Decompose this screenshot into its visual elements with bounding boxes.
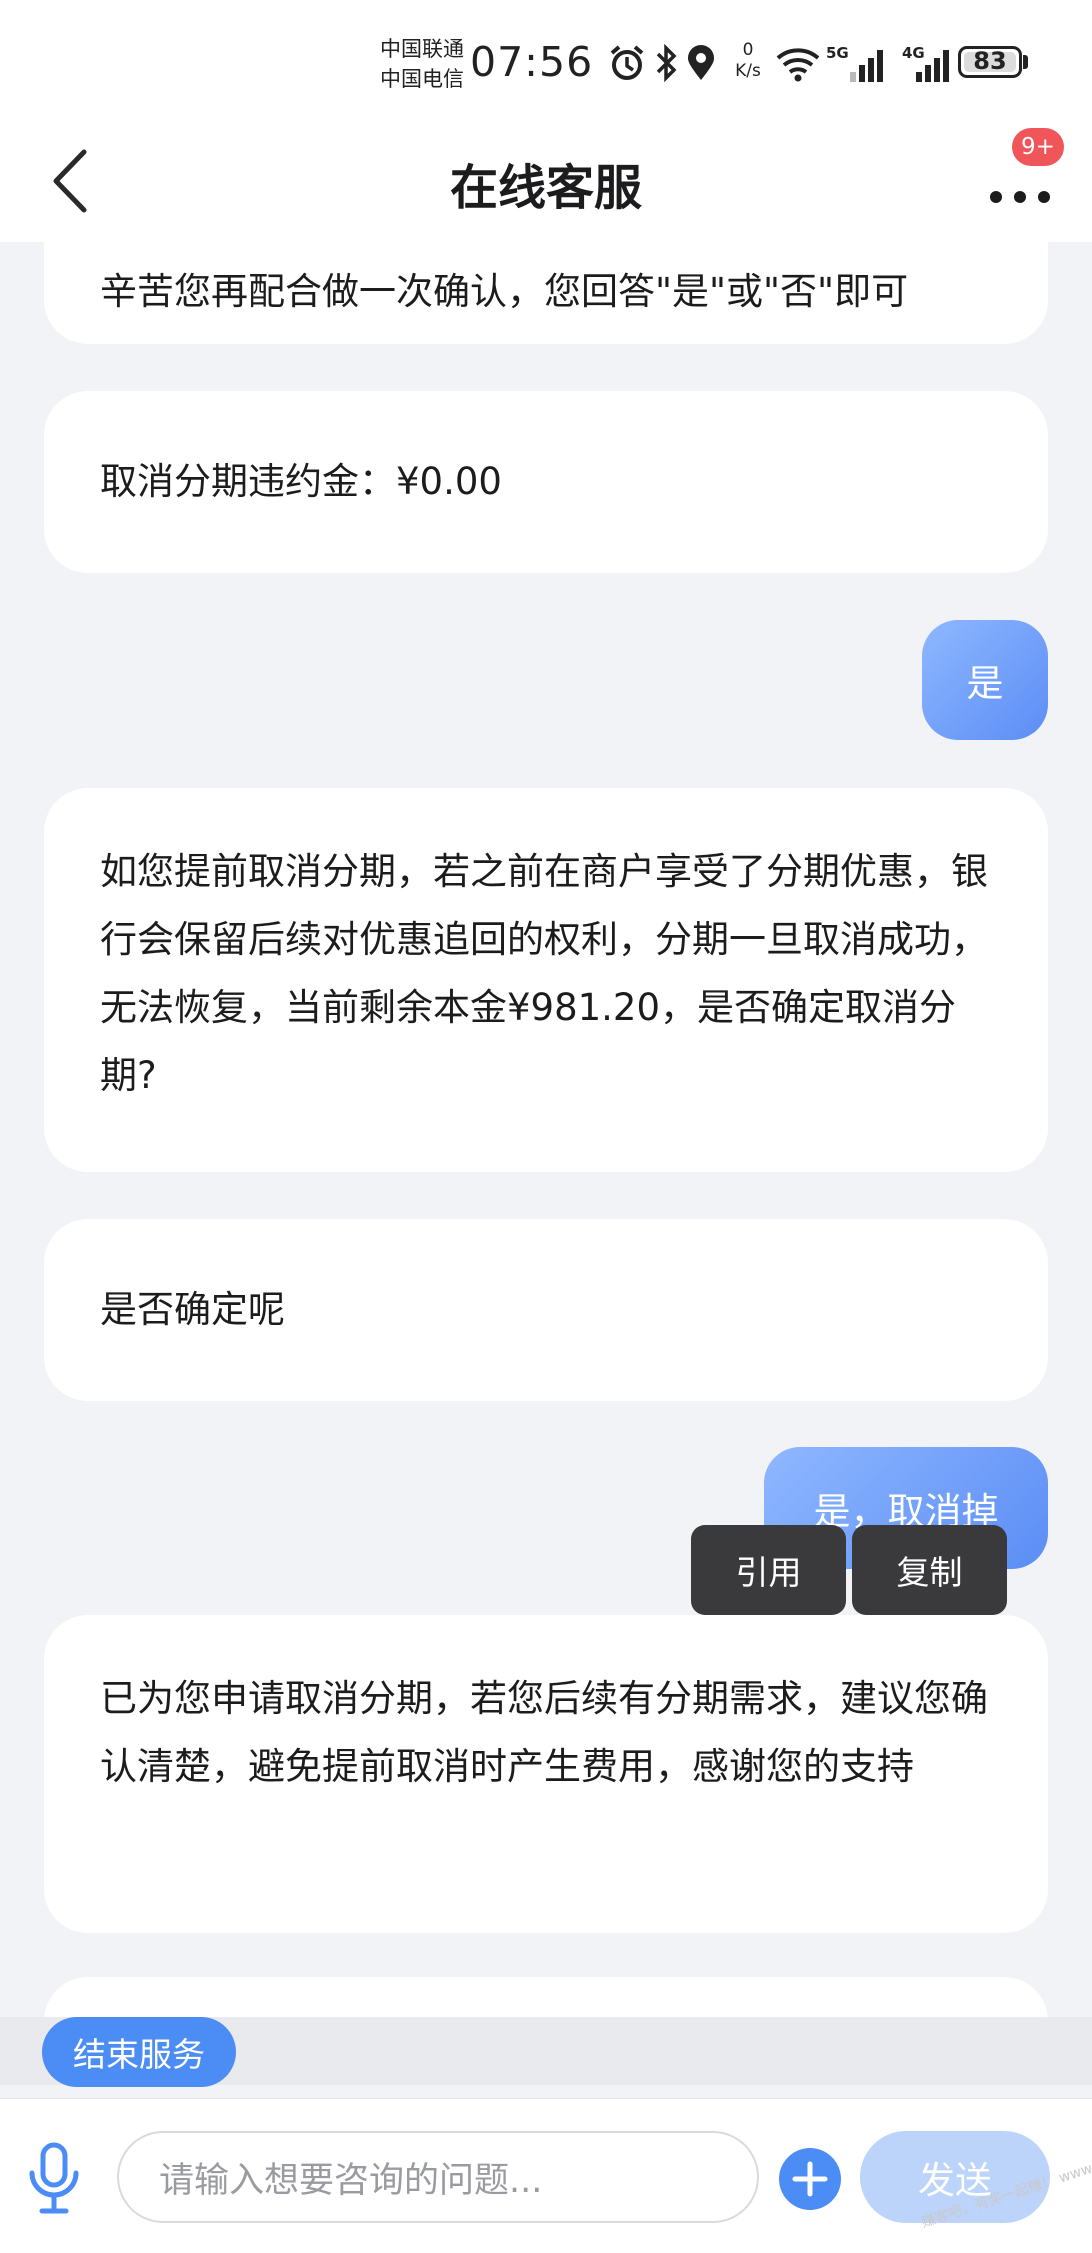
message-bubble[interactable]: 如您提前取消分期，若之前在商户享受了分期优惠，银行会保留后续对优惠追回的权利，分… <box>44 788 1048 1172</box>
battery-level: 83 <box>973 47 1007 75</box>
location-icon <box>688 45 714 80</box>
voice-button[interactable] <box>24 2141 84 2217</box>
message-bubble[interactable]: 辛苦您再配合做一次确认，您回答"是"或"否"即可 <box>44 242 1048 344</box>
message-text: 是否确定呢 <box>100 1288 285 1331</box>
message-text: 如您提前取消分期，若之前在商户享受了分期优惠，银行会保留后续对优惠追回的权利，分… <box>100 850 988 1097</box>
user-message-bubble[interactable]: 是 <box>922 620 1048 740</box>
notification-badge: 9+ <box>1012 128 1064 166</box>
message-bubble[interactable]: 已为您申请取消分期，若您后续有分期需求，建议您确认清楚，避免提前取消时产生费用，… <box>44 1615 1048 1933</box>
message-bubble[interactable]: 是否确定呢 <box>44 1219 1048 1401</box>
carrier-labels: 中国联通 中国电信 <box>380 34 470 94</box>
carrier-2: 中国电信 <box>380 67 464 91</box>
signal-icon <box>916 50 949 82</box>
status-bar: 中国联通 中国电信 07:56 0 K/s 5G 4G 83 <box>0 0 1092 120</box>
microphone-icon <box>29 2142 79 2214</box>
net-speed-unit: K/s <box>735 61 761 81</box>
bluetooth-icon <box>656 44 677 82</box>
clock: 07:56 <box>470 38 594 86</box>
nav-bar: 在线客服 <box>0 120 1092 242</box>
network-type-1: 5G <box>826 44 849 62</box>
plus-icon <box>779 2148 841 2210</box>
message-input[interactable]: 请输入想要咨询的问题... <box>117 2131 759 2223</box>
battery-tip <box>1023 55 1028 69</box>
message-text: 是 <box>966 662 1004 705</box>
signal-icon <box>850 50 883 82</box>
copy-menu-item[interactable]: 复制 <box>852 1525 1007 1615</box>
message-text: 辛苦您再配合做一次确认，您回答"是"或"否"即可 <box>100 270 909 313</box>
net-speed: 0 K/s <box>730 40 766 82</box>
carrier-1: 中国联通 <box>380 37 464 61</box>
message-bubble[interactable]: 取消分期违约金：¥0.00 <box>44 391 1048 573</box>
add-button[interactable] <box>778 2147 842 2211</box>
alarm-icon <box>610 45 644 80</box>
end-service-button[interactable]: 结束服务 <box>42 2017 236 2087</box>
chat-area[interactable]: 辛苦您再配合做一次确认，您回答"是"或"否"即可 取消分期违约金：¥0.00 是… <box>0 242 1092 2017</box>
net-speed-value: 0 <box>742 40 754 60</box>
page-title: 在线客服 <box>449 160 642 216</box>
input-placeholder: 请输入想要咨询的问题... <box>159 2160 543 2201</box>
context-menu: 引用 复制 <box>691 1525 1007 1615</box>
message-bubble[interactable] <box>44 1977 1048 2017</box>
battery-indicator: 83 <box>958 46 1022 78</box>
message-text: 取消分期违约金：¥0.00 <box>100 460 502 503</box>
wifi-icon <box>776 48 820 82</box>
quote-menu-item[interactable]: 引用 <box>691 1525 846 1615</box>
message-text: 已为您申请取消分期，若您后续有分期需求，建议您确认清楚，避免提前取消时产生费用，… <box>100 1677 988 1788</box>
